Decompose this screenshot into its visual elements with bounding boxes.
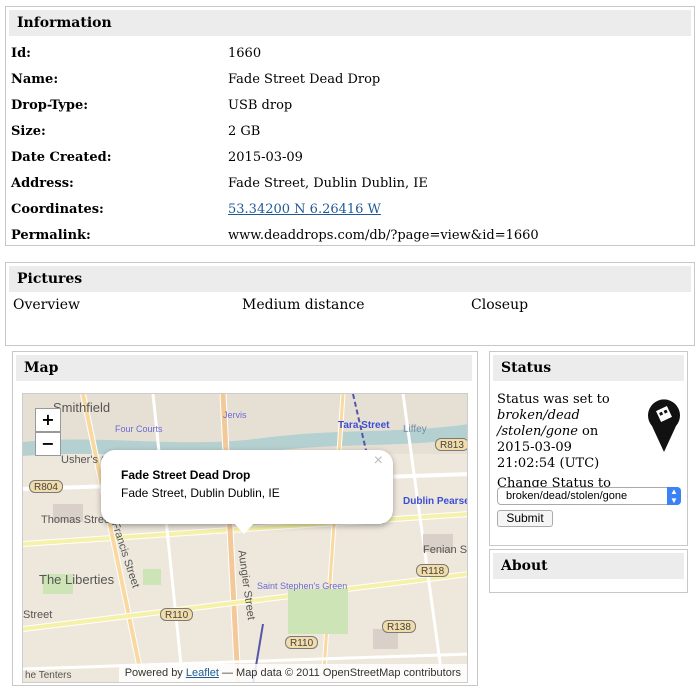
status-heading: Status	[493, 355, 684, 381]
pictures-panel: Pictures Overview Medium distance Closeu…	[5, 262, 695, 346]
permalink-value: www.deaddrops.com/db/?page=view&id=1660	[228, 228, 539, 243]
road-badge-r804: R804	[29, 480, 63, 493]
popup-tip	[233, 522, 255, 534]
popup-close-button[interactable]: ×	[374, 452, 383, 470]
map-attribution: Powered by Leaflet — Map data © 2011 Ope…	[118, 664, 467, 682]
status-select[interactable]: broken/dead/stolen/gone ▲ ▼	[497, 487, 681, 505]
coordinates-link[interactable]: 53.34200 N 6.26416 W	[228, 202, 381, 217]
info-row-coordinates: Coordinates: 53.34200 N 6.26416 W	[11, 197, 691, 223]
info-row-permalink: Permalink: www.deaddrops.com/db/?page=vi…	[11, 223, 691, 249]
map-label-street: Street	[23, 609, 53, 621]
info-row-id: Id: 1660	[11, 41, 691, 67]
info-label: Permalink:	[11, 228, 91, 243]
info-label: Address:	[11, 176, 74, 191]
map-label-smithfield: Smithfield	[53, 400, 111, 415]
road-badge-r110: R110	[160, 608, 194, 621]
leaflet-link[interactable]: Leaflet	[186, 667, 219, 679]
info-label: Name:	[11, 72, 59, 87]
map-popup: Fade Street Dead Drop Fade Street, Dubli…	[101, 450, 393, 524]
status-timestamp: 2015-03-09 21:02:54 (UTC)	[497, 440, 600, 471]
map-label-jervis: Jervis	[223, 410, 247, 420]
pictures-heading: Pictures	[9, 266, 691, 292]
map-tiles	[23, 394, 467, 682]
info-value: 2015-03-09	[228, 150, 303, 165]
info-label: Size:	[11, 124, 46, 139]
road-badge-r118: R118	[416, 564, 450, 577]
info-value: 2 GB	[228, 124, 261, 139]
info-label: Coordinates:	[11, 202, 104, 217]
attribution-prefix: Powered by	[124, 667, 183, 679]
info-label: Id:	[11, 46, 31, 61]
road-badge-r138: R138	[382, 620, 416, 633]
zoom-in-button[interactable]: +	[35, 408, 61, 432]
information-heading: Information	[9, 10, 691, 36]
info-label: Date Created:	[11, 150, 112, 165]
popup-address: Fade Street, Dublin Dublin, IE	[121, 486, 280, 500]
map-label-dublin-pearse: Dublin Pearse	[403, 496, 468, 507]
map-label-the-tenters: he Tenters	[25, 670, 72, 681]
map-label-st-stephens-green: Saint Stephen's Green	[257, 581, 348, 591]
info-value: Fade Street Dead Drop	[228, 72, 381, 87]
zoom-out-button[interactable]: −	[35, 432, 61, 456]
select-arrows-icon: ▲ ▼	[667, 487, 681, 505]
info-value: 1660	[228, 46, 262, 61]
picture-overview[interactable]: Overview	[13, 297, 80, 313]
info-value: 53.34200 N 6.26416 W	[228, 197, 381, 223]
attribution-suffix: — Map data © 2011 OpenStreetMap contribu…	[221, 667, 461, 679]
map-label-liffey: Liffey	[403, 424, 427, 435]
status-description: Status was set to broken/dead /stolen/go…	[497, 392, 627, 472]
map-heading: Map	[16, 355, 472, 381]
info-value: USB drop	[228, 98, 293, 113]
map-label-the-liberties: The Liberties	[39, 572, 115, 587]
about-panel: About	[489, 549, 688, 593]
status-on: on	[577, 424, 599, 439]
map-panel: Map Smithfield Four Courts Jervis Tara S…	[12, 351, 478, 686]
status-line1: Status was set to	[497, 392, 610, 407]
about-heading[interactable]: About	[493, 553, 684, 579]
road-badge-r110: R110	[285, 636, 319, 649]
info-row-size: Size: 2 GB	[11, 119, 691, 145]
info-label: Drop-Type:	[11, 98, 89, 113]
submit-button[interactable]: Submit	[497, 510, 553, 527]
info-row-drop-type: Drop-Type: USB drop	[11, 93, 691, 119]
info-row-date-created: Date Created: 2015-03-09	[11, 145, 691, 171]
map-label-fenian-street: Fenian Street	[423, 544, 468, 556]
picture-medium-distance[interactable]: Medium distance	[242, 297, 365, 313]
dead-drop-usb-icon	[648, 399, 680, 452]
status-select-value: broken/dead/stolen/gone	[506, 490, 628, 502]
map-view[interactable]: Smithfield Four Courts Jervis Tara Stree…	[22, 393, 468, 683]
status-panel: Status Status was set to broken/dead /st…	[489, 351, 688, 546]
info-row-name: Name: Fade Street Dead Drop	[11, 67, 691, 93]
map-label-four-courts: Four Courts	[115, 424, 163, 434]
information-panel: Information Id: 1660 Name: Fade Street D…	[5, 6, 695, 246]
popup-title: Fade Street Dead Drop	[121, 468, 251, 482]
info-row-address: Address: Fade Street, Dublin Dublin, IE	[11, 171, 691, 197]
picture-closeup[interactable]: Closeup	[471, 297, 528, 313]
map-label-tara-street: Tara Street	[338, 420, 390, 431]
road-badge-r813: R813	[435, 438, 467, 451]
status-value: broken/dead /stolen/gone	[497, 408, 580, 439]
info-value: Fade Street, Dublin Dublin, IE	[228, 176, 428, 191]
